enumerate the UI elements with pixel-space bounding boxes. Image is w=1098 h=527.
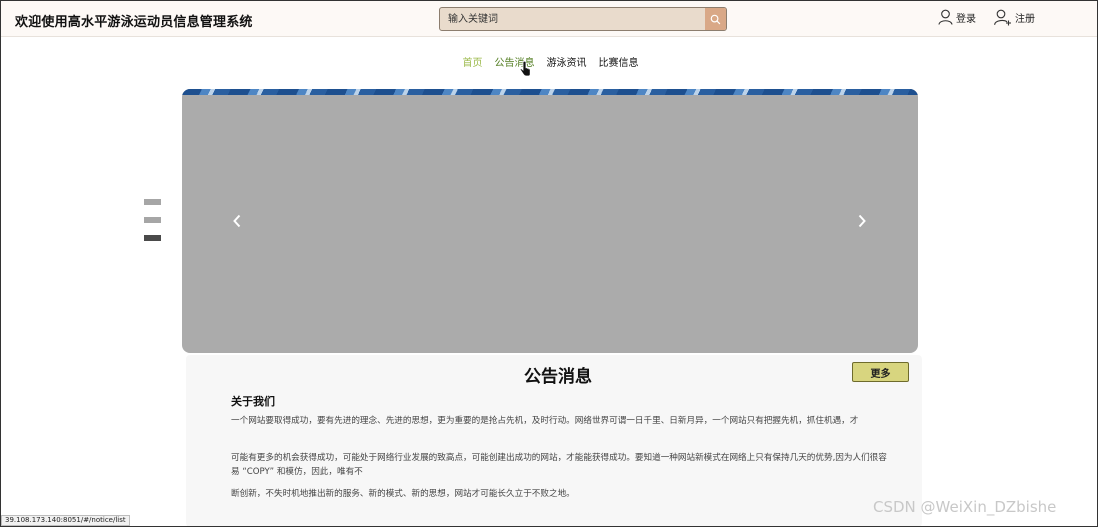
carousel-indicator-active[interactable] — [144, 235, 161, 241]
register-label: 注册 — [1015, 14, 1035, 25]
carousel-image-strip — [182, 89, 918, 95]
register-link[interactable]: 注册 — [994, 9, 1035, 26]
search-box[interactable] — [439, 7, 727, 31]
main-nav: 首页 公告消息 游泳资讯 比赛信息 — [0, 54, 1098, 70]
login-link[interactable]: 登录 — [938, 9, 976, 25]
image-carousel — [182, 89, 918, 353]
about-paragraph: 一个网站要取得成功，要有先进的理念、先进的思想，更为重要的是抢占先机，及时行动。… — [231, 416, 859, 426]
carousel-indicator[interactable] — [144, 217, 161, 223]
status-bar-url: 39.108.173.140:8051/#/notice/list — [1, 515, 130, 526]
top-header: 欢迎使用高水平游泳运动员信息管理系统 登录 注册 — [1, 1, 1097, 37]
search-icon — [710, 14, 721, 24]
more-button[interactable]: 更多 — [852, 362, 909, 382]
section-title: 公告消息 — [524, 367, 592, 387]
site-title: 欢迎使用高水平游泳运动员信息管理系统 — [15, 15, 253, 30]
chevron-right-icon — [858, 214, 866, 228]
add-user-icon — [994, 9, 1011, 26]
search-input[interactable] — [440, 8, 705, 30]
carousel-indicators — [144, 199, 162, 253]
nav-item-swim-news[interactable]: 游泳资讯 — [547, 54, 587, 70]
carousel-prev-button[interactable] — [229, 211, 245, 231]
about-heading: 关于我们 — [231, 395, 275, 408]
notice-section: 公告消息 更多 关于我们 一个网站要取得成功，要有先进的理念、先进的思想，更为重… — [186, 355, 922, 527]
carousel-next-button[interactable] — [854, 211, 870, 231]
chevron-left-icon — [233, 214, 241, 228]
watermark: CSDN @WeiXin_DZbishe — [873, 498, 1057, 516]
login-label: 登录 — [956, 13, 976, 25]
about-paragraph: 断创新，不失时机地推出新的服务、新的模式、新的思想，网站才可能长久立于不败之地。 — [231, 489, 575, 499]
search-button[interactable] — [705, 8, 726, 30]
about-paragraph: 可能有更多的机会获得成功，可能处于网络行业发展的致高点，可能创建出成功的网站，才… — [231, 453, 887, 477]
nav-item-home[interactable]: 首页 — [463, 54, 483, 70]
mouse-cursor-icon — [519, 61, 531, 77]
carousel-indicator[interactable] — [144, 199, 161, 205]
nav-item-competitions[interactable]: 比赛信息 — [599, 54, 639, 70]
user-icon — [938, 9, 953, 25]
